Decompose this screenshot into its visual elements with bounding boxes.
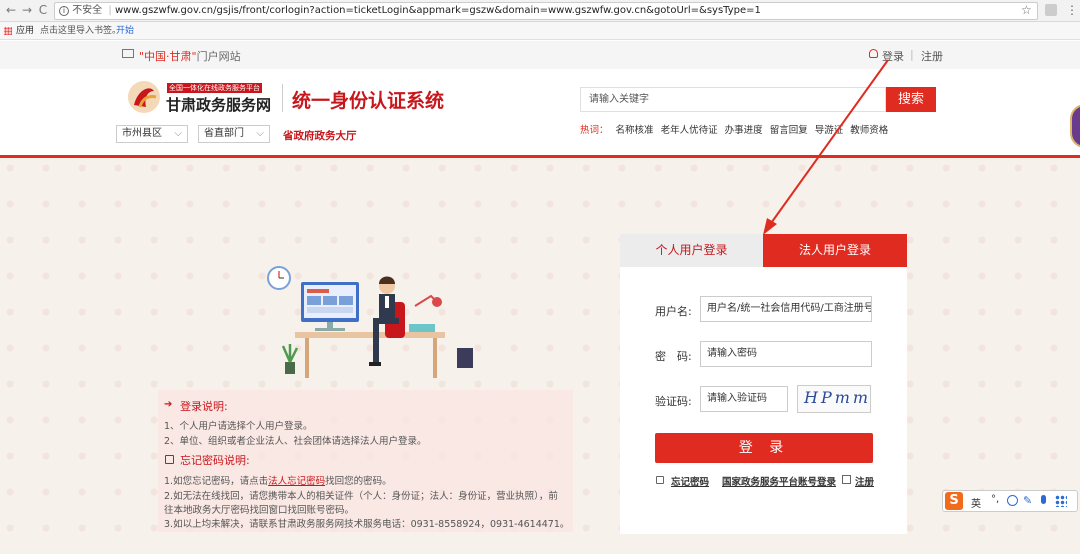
- forgot-line: 2.如无法在线找回，请您携带本人的相关证件（个人：身份证；法人：身份证，营业执照…: [164, 491, 558, 502]
- system-title: 统一身份认证系统: [292, 90, 445, 112]
- forgot-line: 3.如以上均未解决，请联系甘肃政务服务网技术服务电话：0931-8558924，…: [164, 519, 570, 530]
- sogou-logo-icon: S: [945, 492, 963, 510]
- forgot-line: 往本地政务大厅密码找回窗口找回账号密码。: [164, 505, 355, 516]
- header-divider: [282, 84, 283, 112]
- browser-address-bar: ← → C i 不安全 | www.gszwfw.gov.cn/gsjis/fr…: [0, 0, 1080, 22]
- forgot-line-text: 1.如您忘记密码，请点击: [164, 476, 269, 487]
- register-link[interactable]: 注册: [855, 474, 874, 488]
- logo-name: 甘肃政务服务网: [166, 96, 272, 114]
- monitor-icon: [122, 49, 134, 58]
- divider: |: [910, 48, 914, 61]
- microphone-icon[interactable]: [1041, 495, 1046, 504]
- info-icon: i: [59, 6, 69, 16]
- captcha-image[interactable]: HPmm: [797, 385, 871, 413]
- dept-select-label: 省直部门: [204, 128, 244, 139]
- hot-words-label: 热词：: [580, 125, 609, 136]
- login-enter-icon: ➔: [164, 399, 173, 410]
- start-bookmark[interactable]: 开始: [116, 22, 134, 40]
- city-select-label: 市州县区: [122, 128, 162, 139]
- punctuation-icon[interactable]: °,: [991, 494, 999, 505]
- login-instructions: ➔ 登录说明: 1、个人用户请选择个人用户登录。 2、单位、组织或者企业法人、社…: [158, 390, 573, 532]
- login-panel: 个人用户登录 法人用户登录 用户名: 用户名/统一社会信用代码/工商注册号 密 …: [620, 234, 907, 534]
- hot-word[interactable]: 名称核准: [616, 125, 654, 136]
- province-hall-link[interactable]: 省政府政务大厅: [283, 128, 357, 143]
- forgot-line: 1.如您忘记密码，请点击法人忘记密码找回您的密码。: [164, 473, 392, 487]
- chevron-down-icon: ⌵: [174, 128, 182, 139]
- login-instructions-title: 登录说明:: [180, 400, 228, 413]
- pen-icon[interactable]: ✎: [1023, 494, 1032, 507]
- top-strip: "中国·甘肃"门户网站 登录 | 注册: [0, 41, 1080, 69]
- lock-icon: [165, 455, 174, 464]
- register-link[interactable]: 注册: [921, 48, 943, 64]
- ime-toolbar[interactable]: S 英 °, ✎: [942, 490, 1078, 512]
- logo-emblem-icon: [128, 81, 160, 113]
- portal-name: "中国·甘肃": [139, 50, 197, 63]
- captcha-text: HPmm: [804, 388, 872, 407]
- instruction-line: 2、单位、组织或者企业法人、社会团体请选择法人用户登录。: [164, 436, 427, 447]
- bookmarks-bar: 应用 点击这里导入书签。 开始: [0, 22, 1080, 40]
- edit-icon: [842, 475, 851, 484]
- reload-icon[interactable]: C: [36, 3, 50, 17]
- tab-legal-login[interactable]: 法人用户登录: [763, 234, 907, 267]
- lock-icon: [656, 476, 664, 484]
- logo-tag: 全国一体化在线政务服务平台: [167, 83, 262, 93]
- office-illustration: [267, 266, 473, 378]
- site-logo[interactable]: 全国一体化在线政务服务平台 甘肃政务服务网: [126, 78, 286, 116]
- forward-icon[interactable]: →: [20, 3, 34, 17]
- annotation-arrow: [763, 59, 889, 235]
- instruction-line: 1、个人用户请选择个人用户登录。: [164, 421, 313, 432]
- apps-link[interactable]: 应用: [16, 22, 34, 40]
- captcha-input[interactable]: 请输入验证码: [700, 386, 788, 412]
- ime-language[interactable]: 英: [971, 495, 981, 510]
- dept-select[interactable]: 省直部门 ⌵: [198, 125, 270, 143]
- username-input[interactable]: 用户名/统一社会信用代码/工商注册号: [700, 296, 872, 322]
- url-text: www.gszwfw.gov.cn/gsjis/front/corlogin?a…: [114, 5, 761, 16]
- import-bookmarks-hint[interactable]: 点击这里导入书签。: [40, 22, 121, 40]
- login-button[interactable]: 登 录: [655, 433, 873, 463]
- portal-link[interactable]: "中国·甘肃"门户网站: [139, 48, 241, 64]
- url-field[interactable]: i 不安全 | www.gszwfw.gov.cn/gsjis/front/co…: [54, 2, 1038, 20]
- bookmark-star-icon[interactable]: ☆: [1021, 3, 1032, 17]
- chevron-down-icon: ⌵: [256, 128, 264, 139]
- password-input[interactable]: 请输入密码: [700, 341, 872, 367]
- national-platform-login-link[interactable]: 国家政务服务平台账号登录: [722, 474, 836, 488]
- captcha-label: 验证码:: [655, 395, 692, 408]
- tools-icon[interactable]: [1055, 495, 1067, 507]
- forgot-instructions-title: 忘记密码说明:: [180, 454, 250, 467]
- insecure-label: 不安全: [72, 5, 103, 16]
- city-select[interactable]: 市州县区 ⌵: [116, 125, 188, 143]
- forgot-password-link[interactable]: 忘记密码: [671, 474, 709, 488]
- back-icon[interactable]: ←: [4, 3, 18, 17]
- legal-forgot-password-link[interactable]: 法人忘记密码: [268, 476, 325, 487]
- username-label: 用户名:: [655, 305, 692, 318]
- forgot-line-text: 找回您的密码。: [325, 476, 392, 487]
- hot-word[interactable]: 老年人优待证: [661, 125, 718, 136]
- emoji-icon[interactable]: [1007, 495, 1018, 506]
- apps-grid-icon[interactable]: [4, 27, 12, 35]
- portal-suffix: 门户网站: [196, 50, 241, 63]
- tab-personal-login[interactable]: 个人用户登录: [620, 234, 763, 267]
- password-label: 密 码:: [655, 350, 692, 363]
- extension-icon[interactable]: [1045, 4, 1057, 16]
- user-icon: [869, 49, 878, 58]
- menu-icon[interactable]: ⋮: [1066, 3, 1078, 17]
